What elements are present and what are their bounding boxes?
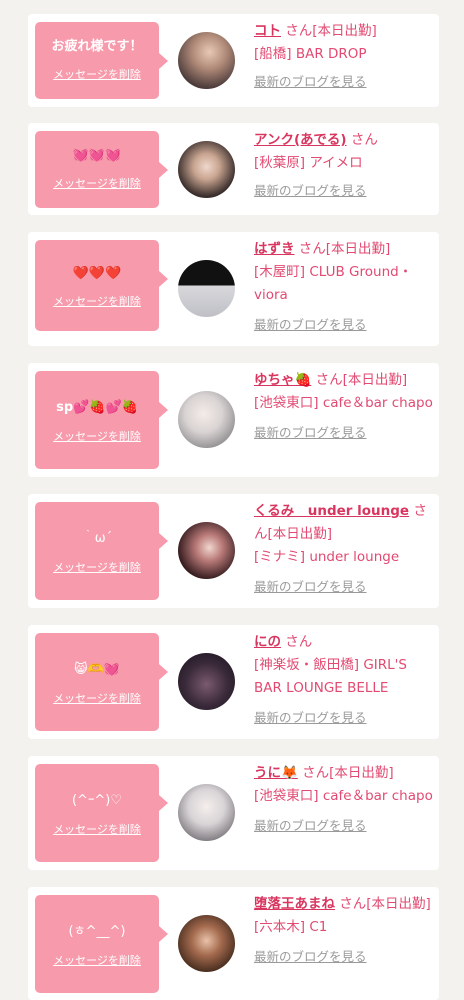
delete-message-link[interactable]: メッセージを削除 bbox=[35, 177, 159, 191]
message-text: お疲れ様です！ bbox=[51, 39, 143, 54]
message-bubble: (ㅎ^__^) メッセージを削除 bbox=[35, 895, 168, 993]
list-item: 💓💓💓 メッセージを削除 アンク(あでる) さん [秋葉原] アイメロ 最新のブ… bbox=[28, 123, 439, 215]
latest-blog-link[interactable]: 最新のブログを見る bbox=[254, 179, 434, 202]
message-bubble: ❤️❤️❤️ メッセージを削除 bbox=[35, 240, 168, 331]
avatar[interactable] bbox=[178, 784, 235, 841]
list-item: ❤️❤️❤️ メッセージを削除 はずき さん[本日出勤] [木屋町] CLUB … bbox=[28, 232, 439, 346]
avatar[interactable] bbox=[178, 391, 235, 448]
cast-status: さん[本日出勤] bbox=[281, 23, 377, 39]
delete-message-link[interactable]: メッセージを削除 bbox=[35, 954, 159, 968]
cast-name-link[interactable]: ゆちゃ🍓 bbox=[254, 372, 311, 388]
avatar[interactable] bbox=[178, 522, 235, 579]
latest-blog-link[interactable]: 最新のブログを見る bbox=[254, 706, 434, 729]
list-item: ｀ω´ メッセージを削除 くるみ under lounge さん[本日出勤] [… bbox=[28, 494, 439, 608]
message-bubble: お疲れ様です！ メッセージを削除 bbox=[35, 22, 168, 99]
cast-name-link[interactable]: 堕落王あまね bbox=[254, 896, 335, 912]
cast-status: さん[本日出勤] bbox=[297, 765, 394, 781]
latest-blog-link[interactable]: 最新のブログを見る bbox=[254, 945, 434, 968]
message-bubble: (^ｰ^)♡ メッセージを削除 bbox=[35, 764, 168, 862]
message-bubble: 💓💓💓 メッセージを削除 bbox=[35, 131, 168, 208]
cast-name-link[interactable]: くるみ under lounge bbox=[254, 503, 409, 519]
cast-name-link[interactable]: はずき bbox=[254, 241, 295, 257]
cast-list: お疲れ様です！ メッセージを削除 コト さん[本日出勤] [船橋] BAR DR… bbox=[0, 0, 464, 1000]
message-bubble: sp💕🍓💕🍓 メッセージを削除 bbox=[35, 371, 168, 469]
latest-blog-link[interactable]: 最新のブログを見る bbox=[254, 70, 434, 93]
cast-status: さん bbox=[346, 132, 378, 148]
message-text: ❤️❤️❤️ bbox=[72, 266, 122, 281]
message-text: 💓💓💓 bbox=[72, 148, 122, 163]
cast-status: さん[本日出勤] bbox=[311, 372, 408, 388]
delete-message-link[interactable]: メッセージを削除 bbox=[35, 295, 159, 309]
shop-name: [木屋町] CLUB Ground・viora bbox=[254, 264, 413, 303]
message-bubble: 😸🫶💓 メッセージを削除 bbox=[35, 633, 168, 731]
shop-name: [秋葉原] アイメロ bbox=[254, 155, 363, 171]
message-text: sp💕🍓💕🍓 bbox=[56, 400, 138, 415]
shop-name: [神楽坂・飯田橋] GIRL'S BAR LOUNGE BELLE bbox=[254, 657, 407, 696]
shop-name: [池袋東口] cafe＆bar chapo bbox=[254, 395, 433, 411]
cast-status: さん bbox=[281, 634, 313, 650]
avatar[interactable] bbox=[178, 141, 235, 198]
cast-status: さん[本日出勤] bbox=[335, 896, 431, 912]
list-item: sp💕🍓💕🍓 メッセージを削除 ゆちゃ🍓 さん[本日出勤] [池袋東口] caf… bbox=[28, 363, 439, 477]
avatar[interactable] bbox=[178, 260, 235, 317]
message-text: (ㅎ^__^) bbox=[68, 924, 126, 939]
list-item: お疲れ様です！ メッセージを削除 コト さん[本日出勤] [船橋] BAR DR… bbox=[28, 14, 439, 107]
shop-name: [六本木] C1 bbox=[254, 919, 328, 935]
latest-blog-link[interactable]: 最新のブログを見る bbox=[254, 313, 434, 336]
avatar[interactable] bbox=[178, 653, 235, 710]
delete-message-link[interactable]: メッセージを削除 bbox=[35, 823, 159, 837]
avatar[interactable] bbox=[178, 32, 235, 89]
delete-message-link[interactable]: メッセージを削除 bbox=[35, 68, 159, 82]
shop-name: [船橋] BAR DROP bbox=[254, 46, 367, 62]
latest-blog-link[interactable]: 最新のブログを見る bbox=[254, 421, 434, 444]
shop-name: [ミナミ] under lounge bbox=[254, 549, 400, 565]
cast-name-link[interactable]: にの bbox=[254, 634, 281, 650]
message-text: 😸🫶💓 bbox=[74, 662, 120, 677]
latest-blog-link[interactable]: 最新のブログを見る bbox=[254, 814, 434, 837]
cast-status: さん[本日出勤] bbox=[294, 241, 391, 257]
delete-message-link[interactable]: メッセージを削除 bbox=[35, 561, 159, 575]
message-text: (^ｰ^)♡ bbox=[71, 793, 123, 808]
list-item: (ㅎ^__^) メッセージを削除 堕落王あまね さん[本日出勤] [六本木] C… bbox=[28, 887, 439, 1000]
message-text: ｀ω´ bbox=[81, 531, 113, 546]
cast-name-link[interactable]: アンク(あでる) bbox=[254, 132, 347, 148]
avatar[interactable] bbox=[178, 915, 235, 972]
delete-message-link[interactable]: メッセージを削除 bbox=[35, 692, 159, 706]
shop-name: [池袋東口] cafe＆bar chapo bbox=[254, 788, 433, 804]
cast-name-link[interactable]: うに🦊 bbox=[254, 765, 298, 781]
list-item: (^ｰ^)♡ メッセージを削除 うに🦊 さん[本日出勤] [池袋東口] cafe… bbox=[28, 756, 439, 870]
cast-name-link[interactable]: コト bbox=[254, 23, 281, 39]
message-bubble: ｀ω´ メッセージを削除 bbox=[35, 502, 168, 600]
delete-message-link[interactable]: メッセージを削除 bbox=[35, 430, 159, 444]
list-item: 😸🫶💓 メッセージを削除 にの さん [神楽坂・飯田橋] GIRL'S BAR … bbox=[28, 625, 439, 739]
latest-blog-link[interactable]: 最新のブログを見る bbox=[254, 575, 434, 598]
